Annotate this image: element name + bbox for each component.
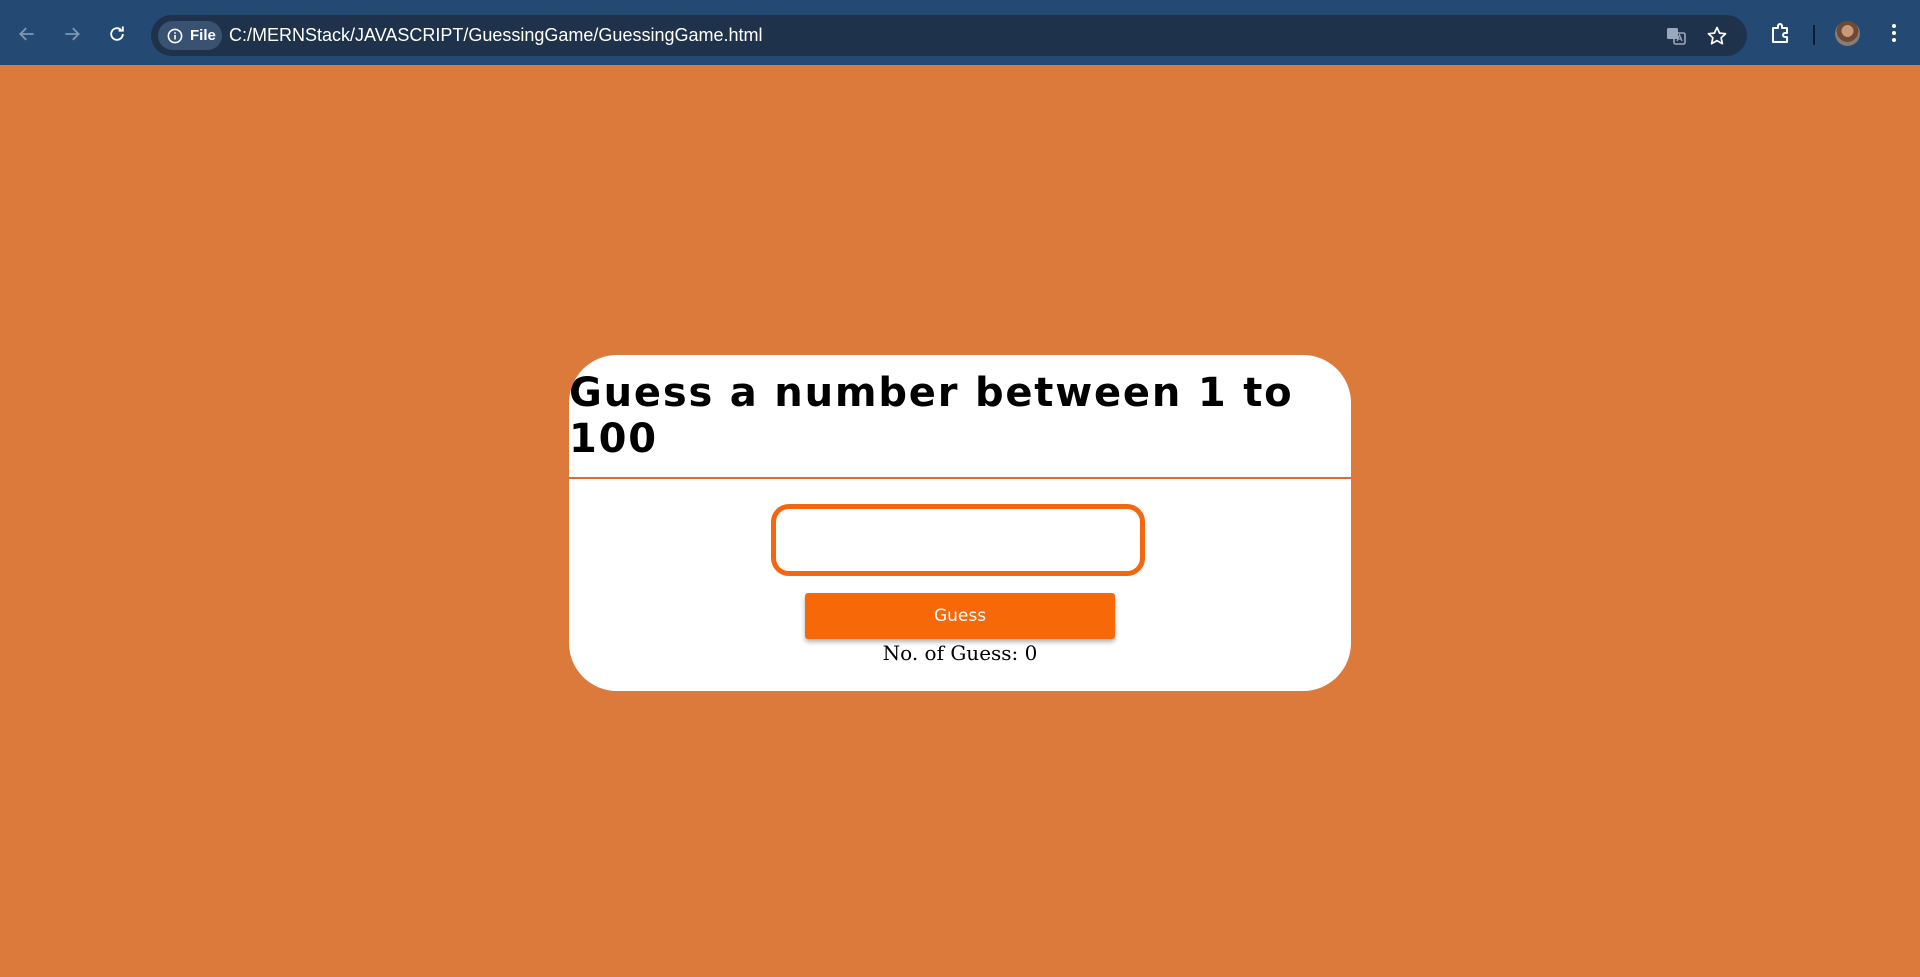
browser-toolbar: File C:/MERNStack/JAVASCRIPT/GuessingGam… (0, 0, 1920, 65)
address-bar[interactable]: File C:/MERNStack/JAVASCRIPT/GuessingGam… (151, 15, 1747, 56)
guess-count: No. of Guess: 0 (882, 641, 1038, 665)
site-info-chip[interactable]: File (158, 21, 222, 50)
page-title: Guess a number between 1 to 100 (569, 370, 1294, 462)
forward-arrow-icon (65, 27, 80, 41)
forward-button[interactable] (56, 18, 88, 50)
chip-label: File (190, 27, 216, 44)
translate-icon[interactable] (1665, 25, 1687, 47)
toolbar-divider (1813, 25, 1815, 45)
url-text[interactable]: C:/MERNStack/JAVASCRIPT/GuessingGame/Gue… (229, 25, 763, 46)
game-card: Guess a number between 1 to 100 Guess No… (569, 355, 1351, 691)
info-icon (167, 28, 183, 43)
extensions-icon[interactable] (1769, 21, 1793, 45)
back-button[interactable] (11, 18, 43, 50)
reload-button[interactable] (101, 18, 133, 50)
reload-icon (110, 26, 124, 41)
guess-button[interactable]: Guess (805, 593, 1115, 639)
star-icon[interactable] (1706, 25, 1728, 47)
avatar[interactable] (1835, 21, 1860, 46)
guess-input[interactable] (771, 504, 1145, 576)
more-vert-icon[interactable] (1882, 21, 1906, 45)
back-arrow-icon (19, 27, 34, 41)
card-header: Guess a number between 1 to 100 (569, 355, 1351, 479)
